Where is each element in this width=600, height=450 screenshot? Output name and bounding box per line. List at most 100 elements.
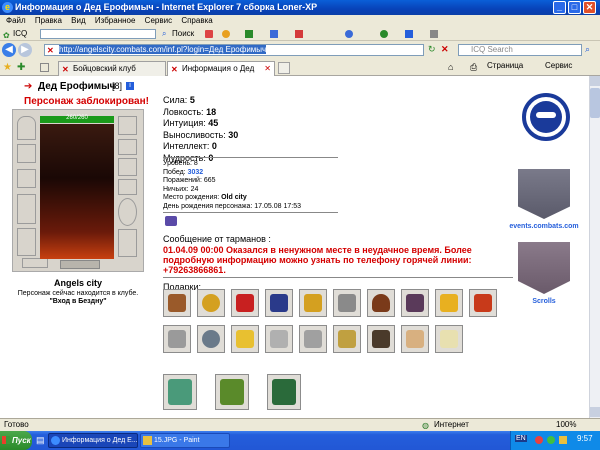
quicklaunch-icon[interactable]: ▤ bbox=[36, 435, 45, 446]
scroll-down-arrow[interactable] bbox=[590, 407, 600, 417]
slot-boots[interactable] bbox=[118, 229, 137, 257]
events-emblem[interactable] bbox=[522, 93, 570, 141]
slot-earrings[interactable] bbox=[17, 169, 36, 188]
slot-belt[interactable] bbox=[22, 258, 48, 268]
page-menu[interactable]: Страница bbox=[487, 61, 523, 70]
slot-weapon[interactable] bbox=[17, 194, 36, 224]
search-button[interactable]: Поиск bbox=[172, 27, 194, 41]
info-icon[interactable]: i bbox=[126, 82, 134, 90]
taskbar-item-ie[interactable]: Информация о Дед Е... bbox=[48, 433, 138, 448]
slot-bracer[interactable] bbox=[118, 139, 137, 155]
slot-ring3[interactable] bbox=[118, 179, 137, 195]
toolbar-icon-1[interactable] bbox=[205, 30, 213, 38]
gift-number[interactable] bbox=[435, 289, 463, 317]
gift-medal[interactable] bbox=[197, 289, 225, 317]
tray-icon-3[interactable] bbox=[559, 436, 567, 444]
gift-envelope[interactable] bbox=[435, 325, 463, 353]
toolbar-icon-3[interactable] bbox=[245, 30, 253, 38]
scrolls-link[interactable]: Scrolls bbox=[508, 298, 580, 305]
page-content: ➔ Дед Ерофимыч [8] i Персонаж заблокиров… bbox=[0, 76, 589, 418]
gift-pennant-blue[interactable] bbox=[265, 289, 293, 317]
print-icon[interactable]: ⎙ bbox=[470, 62, 477, 73]
tab-icon: ✕ bbox=[62, 65, 69, 74]
slot-ring2[interactable] bbox=[118, 158, 137, 176]
start-button[interactable]: Пуск bbox=[0, 431, 32, 450]
gift-trophy[interactable] bbox=[333, 325, 361, 353]
gift-card-green[interactable] bbox=[163, 374, 197, 410]
gift-bucket[interactable] bbox=[367, 289, 395, 317]
gift-chain[interactable] bbox=[299, 325, 327, 353]
tab-close-icon[interactable]: ✕ bbox=[264, 62, 271, 75]
close-button[interactable]: ✕ bbox=[583, 1, 596, 14]
icq-label[interactable]: ICQ bbox=[13, 27, 27, 41]
icq-input[interactable] bbox=[40, 29, 156, 39]
quick-tabs-icon[interactable] bbox=[40, 63, 49, 72]
gift-card-red[interactable] bbox=[231, 289, 259, 317]
events-link[interactable]: events.combats.com bbox=[508, 223, 580, 230]
search-field[interactable]: ICQ Search bbox=[458, 44, 582, 56]
menu-tools[interactable]: Сервис bbox=[145, 16, 172, 25]
minimize-button[interactable]: _ bbox=[553, 1, 566, 14]
slot-helmet[interactable] bbox=[17, 116, 36, 140]
menu-file[interactable]: Файл bbox=[6, 16, 26, 25]
toolbar-icon-5[interactable] bbox=[295, 30, 303, 38]
menu-help[interactable]: Справка bbox=[181, 16, 212, 25]
hp-value: 260/260 bbox=[66, 115, 88, 121]
tab-info[interactable]: ✕Информация о Дед Еро...✕ bbox=[167, 61, 275, 86]
gift-mug[interactable] bbox=[163, 289, 191, 317]
slot-shield[interactable] bbox=[118, 198, 137, 226]
menu-edit[interactable]: Правка bbox=[35, 16, 62, 25]
taskbar-item-paint[interactable]: 15.JPG - Paint bbox=[140, 433, 230, 448]
clan-emblem-icon[interactable] bbox=[165, 216, 177, 226]
slot-armor[interactable] bbox=[17, 228, 36, 256]
gift-accordion[interactable] bbox=[367, 325, 395, 353]
gift-horse[interactable] bbox=[401, 289, 429, 317]
gift-gold-number[interactable] bbox=[231, 325, 259, 353]
gift-figure[interactable] bbox=[163, 325, 191, 353]
vertical-scrollbar[interactable] bbox=[589, 76, 600, 418]
tab-fight-club[interactable]: ✕ Бойцовский клуб bbox=[58, 61, 166, 76]
back-button[interactable]: ◀ bbox=[2, 43, 16, 57]
stats-block: Сила: 5 Ловкость: 18 Интуиция: 45 Выносл… bbox=[163, 95, 238, 164]
refresh-icon[interactable]: ↻ bbox=[428, 44, 436, 55]
gift-stein[interactable] bbox=[333, 289, 361, 317]
language-indicator[interactable]: EN bbox=[515, 435, 527, 442]
events-banner-icon[interactable] bbox=[518, 169, 570, 219]
slot-ring1[interactable] bbox=[17, 144, 36, 163]
toolbar-icon-7[interactable] bbox=[380, 30, 388, 38]
new-tab-button[interactable] bbox=[278, 62, 290, 74]
gift-tree[interactable] bbox=[215, 374, 249, 410]
menu-favorites[interactable]: Избранное bbox=[95, 16, 136, 25]
toolbar-icon-2[interactable] bbox=[222, 30, 230, 38]
toolbar-icon-8[interactable] bbox=[405, 30, 413, 38]
toolbar-icon-6[interactable] bbox=[345, 30, 353, 38]
add-favorites-icon[interactable]: ✚ bbox=[17, 62, 25, 73]
toolbar-icon-4[interactable] bbox=[270, 30, 278, 38]
scroll-up-arrow[interactable] bbox=[590, 76, 600, 86]
slot-gloves[interactable] bbox=[118, 116, 137, 135]
character-level: [8] bbox=[112, 81, 123, 91]
gift-certificate[interactable] bbox=[401, 325, 429, 353]
gift-frame[interactable] bbox=[267, 374, 301, 410]
forward-button[interactable]: ▶ bbox=[18, 43, 32, 57]
maximize-button[interactable]: □ bbox=[568, 1, 581, 14]
zoom-level[interactable]: 100% bbox=[556, 419, 576, 431]
favorites-star-icon[interactable]: ★ bbox=[3, 62, 12, 73]
search-go-icon[interactable]: ⌕ bbox=[585, 44, 590, 55]
tray-icon-1[interactable] bbox=[535, 436, 543, 444]
gift-star-medal[interactable] bbox=[197, 325, 225, 353]
tools-menu[interactable]: Сервис bbox=[545, 61, 572, 70]
home-icon[interactable]: ⌂ bbox=[448, 62, 453, 72]
scrolls-banner-icon[interactable] bbox=[518, 242, 570, 294]
scroll-thumb[interactable] bbox=[590, 88, 600, 118]
address-input[interactable]: ✕ http://angelscity.combats.com/inf.pl?l… bbox=[44, 44, 424, 56]
menu-view[interactable]: Вид bbox=[71, 16, 85, 25]
gift-whistle[interactable] bbox=[265, 325, 293, 353]
toolbar-icon-9[interactable] bbox=[430, 30, 438, 38]
gift-pennant-gold[interactable] bbox=[299, 289, 327, 317]
stop-icon[interactable]: ✕ bbox=[441, 44, 449, 55]
tray-icon-2[interactable] bbox=[547, 436, 555, 444]
gift-banner[interactable] bbox=[469, 289, 497, 317]
slot-belt2[interactable] bbox=[60, 260, 100, 269]
search-icon: ⌕ bbox=[162, 29, 167, 38]
